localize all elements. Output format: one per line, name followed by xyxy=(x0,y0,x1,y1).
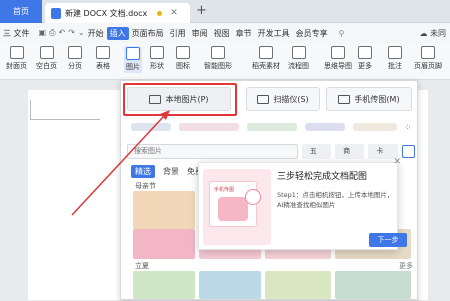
next-step-button[interactable]: 下一步 xyxy=(369,233,407,247)
scanner-button[interactable]: 扫描仪(S) xyxy=(246,87,320,111)
picture-button[interactable]: 图片 xyxy=(124,46,142,73)
header-footer-icon xyxy=(421,46,435,59)
quick-access-icons: ▣ ⎙ ↶ ↷ ⌄ xyxy=(39,28,85,38)
menu-review[interactable]: 审阅 xyxy=(189,28,211,39)
menu-home[interactable]: 开始 xyxy=(85,28,107,39)
filter-background[interactable]: 背景 xyxy=(163,166,179,177)
filter-tabs: 精选 背景 免费 xyxy=(131,165,203,178)
redo-icon[interactable]: ↷ xyxy=(68,28,75,38)
table-button[interactable]: 表格 xyxy=(96,46,110,71)
page-break-button[interactable]: 分页 xyxy=(68,46,82,71)
add-tab-button[interactable]: + xyxy=(196,3,207,18)
smart-graphic-icon xyxy=(211,46,225,59)
recent-images-strip xyxy=(131,123,401,133)
tab-home[interactable]: 首页 xyxy=(0,0,42,23)
image-thumbnail[interactable] xyxy=(335,271,411,299)
thumbnail-row xyxy=(133,271,413,301)
comment-button[interactable]: 批注 xyxy=(388,46,402,71)
menu-page-layout[interactable]: 页面布局 xyxy=(129,28,167,39)
tab-bar: 首页 新建 DOCX 文档.docx ✕ + xyxy=(0,0,450,23)
section-heading: 母亲节 xyxy=(135,182,156,190)
camera-icon[interactable] xyxy=(401,144,415,158)
menu-references[interactable]: 引用 xyxy=(167,28,189,39)
menu-chapter[interactable]: 章节 xyxy=(233,28,255,39)
picture-placeholder xyxy=(218,197,248,221)
page-break-icon xyxy=(68,46,82,59)
sync-status[interactable]: ☁ 未同 xyxy=(419,28,450,39)
image-thumbnail[interactable] xyxy=(133,229,195,259)
search-icon[interactable]: ⚲ xyxy=(339,29,345,38)
blank-page-button[interactable]: 空白页 xyxy=(36,46,57,71)
more-link[interactable]: 更多 xyxy=(399,261,413,271)
unsaved-dot-icon xyxy=(157,10,163,16)
onboarding-popup: 手机传图 三步轻松完成文档配图 Step1：点击相机按钮，上传本地图片，AI精准… xyxy=(198,157,407,250)
image-thumbnail[interactable] xyxy=(265,271,331,299)
cover-page-button[interactable]: 封面页 xyxy=(6,46,27,71)
print-icon[interactable]: ⎙ xyxy=(49,28,55,38)
picture-search-row: 五一 商务 卡通 xyxy=(127,143,415,170)
menu-file[interactable]: 三 文件 xyxy=(0,28,33,39)
shape-icon xyxy=(150,46,164,59)
menu-insert[interactable]: 插入 xyxy=(106,26,129,40)
tag-chip[interactable]: 五一 xyxy=(301,143,332,170)
image-icon xyxy=(149,94,162,104)
tab-document[interactable]: 新建 DOCX 文档.docx ✕ xyxy=(45,3,190,23)
icons-icon xyxy=(176,46,190,59)
filter-featured[interactable]: 精选 xyxy=(131,165,155,178)
mind-map-icon xyxy=(331,46,345,59)
menu-view[interactable]: 视图 xyxy=(211,28,233,39)
image-thumbnail[interactable] xyxy=(199,271,261,299)
chevron-down-icon[interactable]: ⌄ xyxy=(78,28,85,38)
picture-search-input[interactable] xyxy=(127,143,298,159)
guide-illustration: 手机传图 xyxy=(203,169,271,245)
guide-title: 三步轻松完成文档配图 xyxy=(277,172,368,182)
undo-icon[interactable]: ↶ xyxy=(59,28,66,38)
icons-button[interactable]: 图标 xyxy=(176,46,190,71)
close-tab-icon[interactable]: ✕ xyxy=(170,8,178,18)
comment-icon xyxy=(388,46,402,59)
save-icon[interactable]: ▣ xyxy=(39,28,47,38)
menu-member[interactable]: 会员专享 xyxy=(293,28,331,39)
menu-bar: 三 文件 ▣ ⎙ ↶ ↷ ⌄ 开始 插入 页面布局 引用 审阅 视图 章节 开发… xyxy=(0,23,450,43)
cloud-icon: ☁ xyxy=(419,28,428,38)
header-footer-button[interactable]: 页眉页脚 xyxy=(414,46,442,71)
flowchart-icon xyxy=(291,46,306,59)
camera-icon xyxy=(245,189,261,205)
mind-map-button[interactable]: 思维导图 xyxy=(324,46,352,71)
smart-graphic-button[interactable]: 智能图形 xyxy=(204,46,232,71)
grid-view-icon[interactable]: ⁘ xyxy=(404,123,412,133)
flowchart-button[interactable]: 流程图 xyxy=(288,46,309,71)
scanner-icon xyxy=(257,94,270,104)
tag-chip[interactable]: 商务 xyxy=(335,143,365,170)
phone-upload-button[interactable]: 手机传图(M) xyxy=(326,87,412,111)
blank-page-icon xyxy=(39,46,54,59)
section-heading: 立夏 xyxy=(135,262,149,270)
more-icon xyxy=(358,46,372,59)
document-tab-title: 新建 DOCX 文档.docx xyxy=(65,8,148,18)
guide-step-text: Step1：点击相机按钮，上传本地图片，AI精准查找相似图片 xyxy=(277,191,394,209)
picture-icon xyxy=(126,47,140,60)
image-thumbnail[interactable] xyxy=(133,191,195,229)
docer-material-icon xyxy=(259,46,273,59)
docer-material-button[interactable]: 稻壳素材 xyxy=(252,46,280,71)
menu-developer[interactable]: 开发工具 xyxy=(255,28,293,39)
cover-page-icon xyxy=(9,46,24,59)
close-icon[interactable]: ✕ xyxy=(393,157,401,167)
shape-button[interactable]: 形状 xyxy=(150,46,164,71)
phone-icon xyxy=(338,94,351,104)
image-thumbnail[interactable] xyxy=(133,271,195,299)
ribbon-toolbar: 封面页 空白页 分页 表格 图片 形状 图标 智能图形 稻壳素材 流程图 思维导… xyxy=(0,43,450,80)
table-icon xyxy=(96,46,110,59)
more-button[interactable]: 更多 xyxy=(358,46,372,71)
document-icon xyxy=(51,7,61,19)
local-picture-button[interactable]: 本地图片(P) xyxy=(127,87,231,111)
page-corner-marker xyxy=(30,100,100,120)
